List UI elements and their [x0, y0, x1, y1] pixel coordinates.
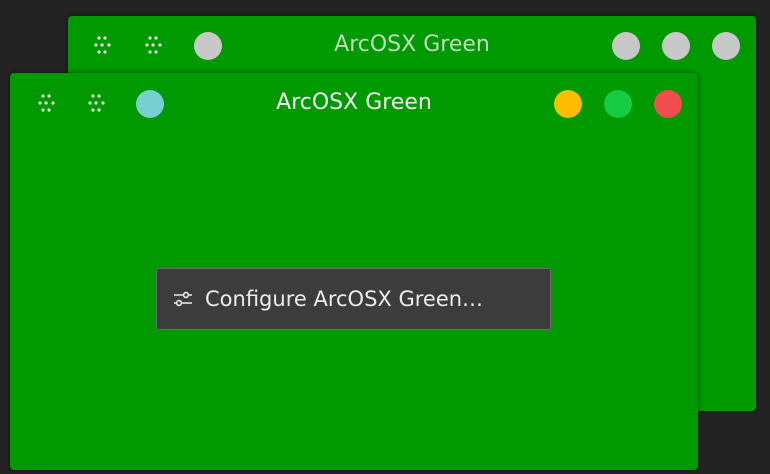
active-window: ArcOSX Green Configure ArcOSX Green…	[10, 73, 698, 470]
close-button[interactable]	[712, 32, 740, 60]
window-title: ArcOSX Green	[276, 90, 432, 115]
configure-decoration-button[interactable]: Configure ArcOSX Green…	[156, 268, 551, 330]
desktop: { "back_window": { "title": "ArcOSX Gree…	[0, 0, 770, 474]
inactive-titlebar[interactable]: ArcOSX Green	[68, 16, 756, 74]
minimize-button[interactable]	[612, 32, 640, 60]
maximize-button[interactable]	[662, 32, 690, 60]
active-titlebar[interactable]: ArcOSX Green	[10, 73, 698, 131]
configure-sliders-icon	[171, 287, 195, 311]
window-title: ArcOSX Green	[334, 32, 490, 57]
configure-label: Configure ArcOSX Green…	[205, 287, 484, 311]
maximize-button[interactable]	[604, 90, 632, 118]
close-button[interactable]	[654, 90, 682, 118]
minimize-button[interactable]	[554, 90, 582, 118]
